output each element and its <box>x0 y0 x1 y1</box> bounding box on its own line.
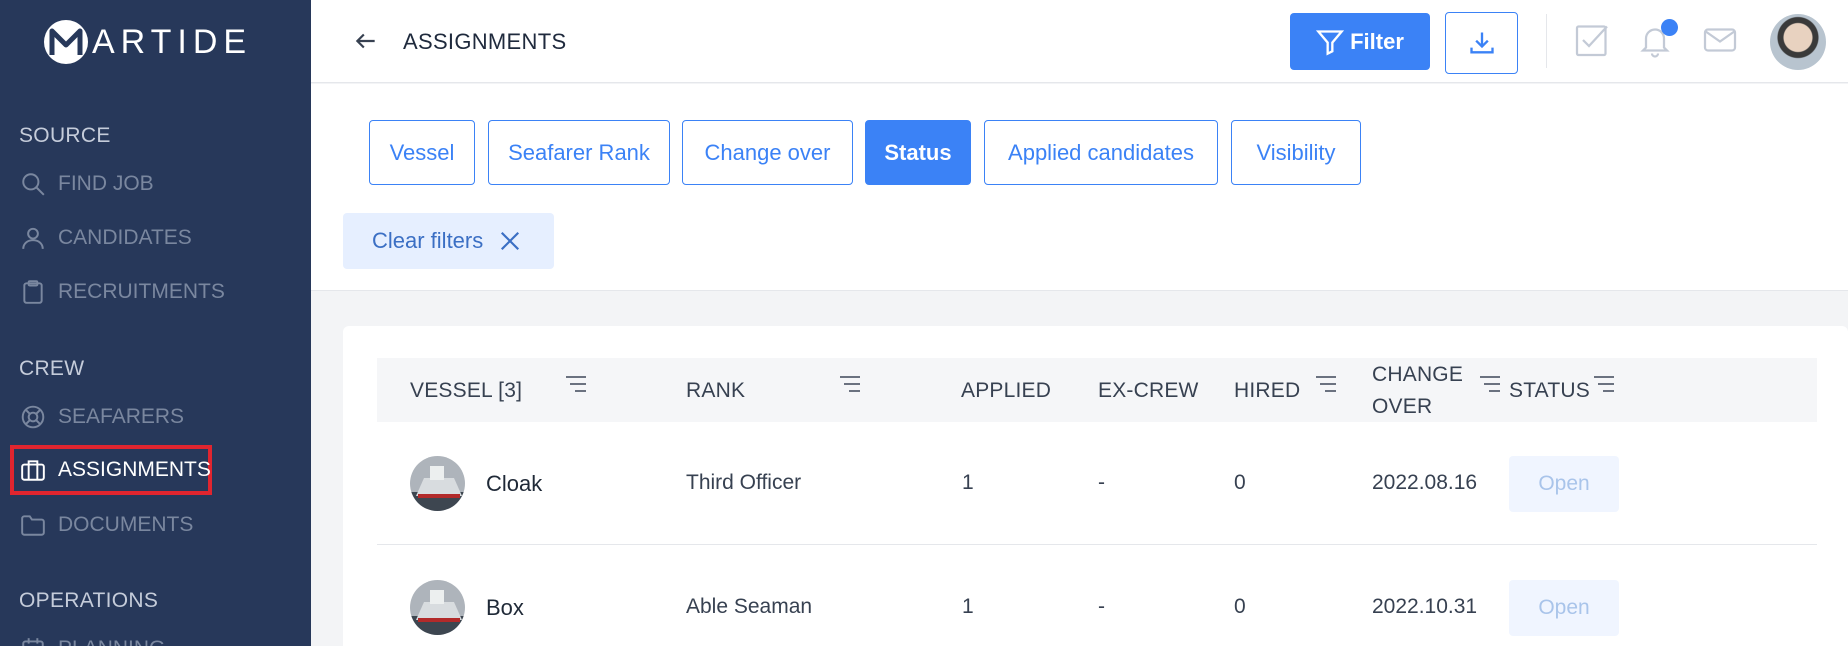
status-badge[interactable]: Open <box>1509 580 1619 636</box>
section-title-operations: OPERATIONS <box>19 589 159 612</box>
nav-item-seafarers[interactable]: SEAFARERS <box>10 392 210 442</box>
clipboard-icon <box>23 280 43 304</box>
table-header: VESSEL [3] RANK APPLIED EX-CREW HIRED CH… <box>377 358 1817 422</box>
lifebuoy-icon <box>21 405 45 429</box>
col-header-hired: HIRED <box>1234 379 1301 402</box>
clear-filters-button[interactable]: Clear filters <box>343 213 554 269</box>
ex-crew-cell: - <box>1098 595 1105 618</box>
filter-chip-change-over[interactable]: Change over <box>682 120 853 185</box>
applied-cell: 1 <box>962 471 974 494</box>
applied-cell: 1 <box>962 595 974 618</box>
header-divider <box>1546 14 1547 68</box>
close-icon <box>501 231 520 251</box>
filter-chip-vessel[interactable]: Vessel <box>369 120 475 185</box>
nav-item-label: SEAFARERS <box>58 405 185 428</box>
hired-cell: 0 <box>1234 471 1246 494</box>
nav-item-recruitments[interactable]: RECRUITMENTS <box>10 267 225 317</box>
briefcase-icon <box>21 460 45 481</box>
col-header-change-over-line2: OVER <box>1372 395 1433 418</box>
nav-item-find-job[interactable]: FIND JOB <box>10 159 210 209</box>
col-header-status: STATUS <box>1509 379 1590 402</box>
top-header: ASSIGNMENTS Filter <box>311 0 1848 83</box>
page-title: ASSIGNMENTS <box>403 29 567 54</box>
col-header-applied: APPLIED <box>961 379 1052 402</box>
notification-badge <box>1661 19 1678 36</box>
assignments-table-card: VESSEL [3] RANK APPLIED EX-CREW HIRED CH… <box>343 326 1848 646</box>
change-over-cell: 2022.08.16 <box>1372 471 1478 494</box>
sidebar: ARTIDE SOURCE FIND JOB CANDIDATES RECRUI… <box>0 0 311 646</box>
vessel-name[interactable]: Box <box>486 595 524 621</box>
nav-item-label: PLANNING <box>58 637 165 646</box>
filter-chip-seafarer-rank[interactable]: Seafarer Rank <box>488 120 670 185</box>
vessel-thumbnail <box>410 580 465 635</box>
user-icon <box>22 227 44 249</box>
calendar-icon <box>22 638 44 646</box>
filter-button[interactable]: Filter <box>1290 13 1430 70</box>
back-arrow-icon[interactable] <box>353 28 379 54</box>
sort-icon[interactable] <box>1479 375 1501 393</box>
table-row[interactable]: Box Able Seaman 1 - 0 2022.10.31 Open <box>377 546 1817 646</box>
filter-button-label: Filter <box>1350 28 1404 54</box>
user-avatar[interactable] <box>1770 14 1826 70</box>
filter-chip-visibility[interactable]: Visibility <box>1231 120 1361 185</box>
tasks-check-icon[interactable] <box>1574 22 1610 58</box>
download-button[interactable] <box>1445 12 1518 74</box>
logo-text: ARTIDE <box>92 22 253 61</box>
sort-icon[interactable] <box>839 375 861 393</box>
nav-item-candidates[interactable]: CANDIDATES <box>10 213 210 263</box>
search-icon <box>22 173 45 196</box>
vessel-name[interactable]: Cloak <box>486 471 542 497</box>
download-icon <box>1469 32 1494 54</box>
nav-item-label: CANDIDATES <box>58 226 192 249</box>
filter-chip-status[interactable]: Status <box>865 120 971 185</box>
rank-cell: Third Officer <box>686 471 802 494</box>
nav-item-label: ASSIGNMENTS <box>58 458 211 481</box>
brand-logo[interactable]: ARTIDE <box>44 20 252 64</box>
nav-item-label: RECRUITMENTS <box>58 280 225 303</box>
logo-m-icon <box>44 20 88 64</box>
folder-icon <box>21 515 45 536</box>
nav-item-documents[interactable]: DOCUMENTS <box>10 500 210 550</box>
col-header-change-over-line1: CHANGE <box>1372 363 1464 386</box>
col-header-ex-crew: EX-CREW <box>1098 379 1199 402</box>
nav-item-label: FIND JOB <box>58 172 154 195</box>
status-badge[interactable]: Open <box>1509 456 1619 512</box>
hired-cell: 0 <box>1234 595 1246 618</box>
clear-filters-label: Clear filters <box>372 228 484 253</box>
sort-icon[interactable] <box>565 375 587 393</box>
sort-icon[interactable] <box>1315 375 1337 393</box>
change-over-cell: 2022.10.31 <box>1372 595 1478 618</box>
nav-item-label: DOCUMENTS <box>58 513 194 536</box>
sort-icon[interactable] <box>1593 375 1615 393</box>
rank-cell: Able Seaman <box>686 595 813 618</box>
col-header-vessel: VESSEL [3] <box>410 379 523 402</box>
filter-icon <box>1316 29 1345 56</box>
ex-crew-cell: - <box>1098 471 1105 494</box>
col-header-rank: RANK <box>686 379 746 402</box>
section-title-crew: CREW <box>19 357 85 380</box>
filter-chip-applied-candidates[interactable]: Applied candidates <box>984 120 1218 185</box>
nav-item-planning[interactable]: PLANNING <box>10 624 210 646</box>
section-title-source: SOURCE <box>19 124 111 147</box>
table-row[interactable]: Cloak Third Officer 1 - 0 2022.08.16 Ope… <box>377 422 1817 545</box>
mail-icon[interactable] <box>1702 22 1738 58</box>
nav-item-assignments[interactable]: ASSIGNMENTS <box>10 445 212 495</box>
filter-bar: Vessel Seafarer Rank Change over Status … <box>311 84 1848 291</box>
vessel-thumbnail <box>410 456 465 511</box>
